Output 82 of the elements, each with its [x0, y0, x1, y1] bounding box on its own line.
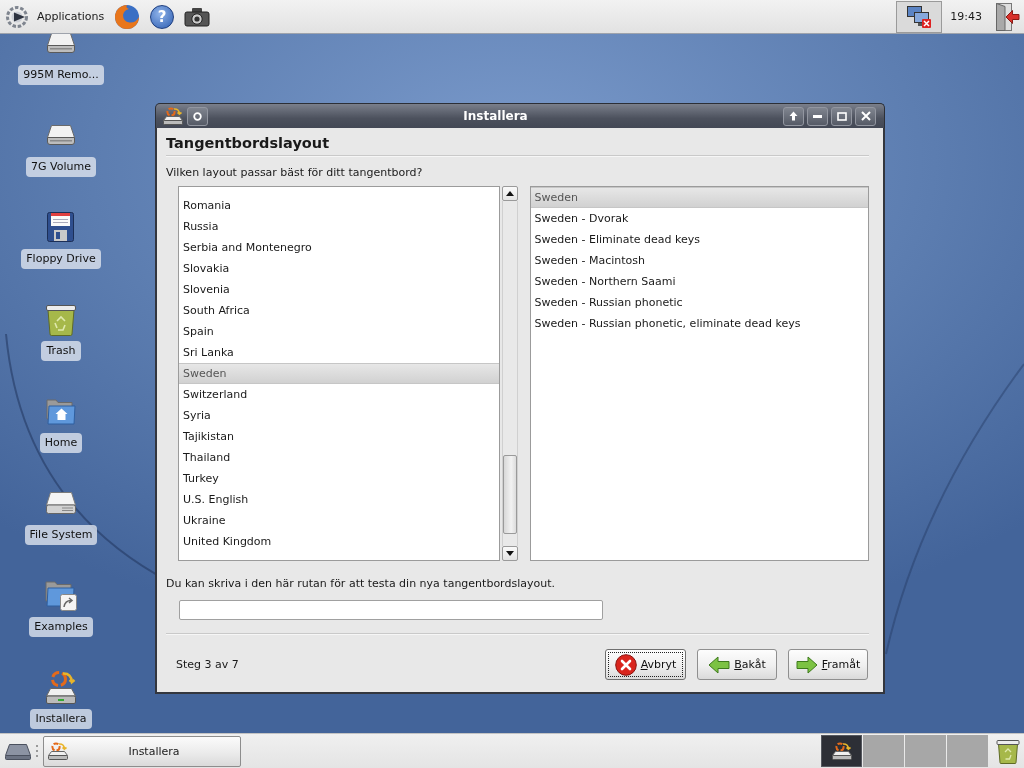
exit-door-icon[interactable]	[994, 1, 1020, 32]
desktop-icon-label[interactable]: Floppy Drive	[21, 249, 101, 269]
country-list-item[interactable]: Tajikistan	[179, 426, 499, 447]
desktop-icon-label[interactable]: Home	[39, 433, 83, 453]
variant-list-item[interactable]: Sweden - Eliminate dead keys	[530, 229, 868, 250]
window-title: Installera	[462, 109, 529, 123]
country-list-item[interactable]: Spain	[179, 321, 499, 342]
window-menu-button[interactable]	[187, 106, 208, 126]
drive-with-logo-icon	[831, 742, 852, 760]
applications-menu-button[interactable]: Applications	[4, 1, 109, 32]
step-indicator: Steg 3 av 7	[175, 658, 239, 671]
desktop-icon-label[interactable]: Trash	[41, 341, 81, 361]
hard-disk-icon[interactable]	[46, 492, 76, 514]
camera-icon[interactable]	[184, 6, 211, 27]
country-list-item[interactable]: U.S. English	[179, 489, 499, 510]
country-list-item[interactable]: Switzerland	[179, 384, 499, 405]
variant-list-item[interactable]: Sweden	[530, 187, 868, 208]
globe-icon[interactable]	[114, 3, 141, 30]
close-icon	[860, 111, 871, 121]
maximize-button[interactable]	[831, 106, 852, 126]
folder-shortcut-icon[interactable]	[45, 579, 77, 611]
page-heading: Tangentbordslayout	[166, 134, 331, 152]
country-list-item[interactable]: Serbia and Montenegro	[179, 237, 499, 258]
desktop-icon-label[interactable]: 7G Volume	[26, 157, 96, 177]
desktop-icon-label[interactable]: File System	[24, 525, 98, 545]
scrollbar-thumb[interactable]	[502, 455, 517, 534]
up-arrow-icon	[789, 111, 798, 121]
cancel-button[interactable]: Avbryt	[605, 649, 686, 680]
clock[interactable]: 19:43	[950, 10, 988, 23]
scroll-up-button[interactable]	[501, 186, 518, 201]
test-prompt-text: Du kan skriva i den här rutan för att testa din nya tangentbordslayout.	[166, 577, 556, 591]
country-list-item[interactable]: Slovakia	[179, 258, 499, 279]
right-arrow-icon	[795, 655, 818, 674]
variant-list-item[interactable]: Sweden - Dvorak	[530, 208, 868, 229]
drag-handle-icon[interactable]	[36, 745, 39, 757]
drive-with-logo-icon[interactable]	[163, 107, 183, 125]
variant-list-item[interactable]: Sweden - Macintosh	[530, 250, 868, 271]
network-monitors-icon	[906, 5, 933, 29]
country-list-item[interactable]: Ukraine	[179, 510, 499, 531]
country-list-item[interactable]: South Africa	[179, 300, 499, 321]
down-triangle-icon	[505, 551, 514, 556]
country-list-item[interactable]: Russia	[179, 216, 499, 237]
country-list-item[interactable]: Romania	[179, 195, 499, 216]
desktop-icon-label[interactable]: Examples	[29, 617, 93, 637]
home-folder-icon[interactable]	[46, 397, 76, 425]
up-triangle-icon	[505, 191, 514, 196]
desktop-icon-label[interactable]: Installera	[30, 709, 92, 729]
menu-icon	[5, 4, 31, 29]
desktop-icon-label[interactable]: 995M Remo...	[18, 65, 104, 85]
trash-icon[interactable]	[45, 302, 77, 336]
back-button[interactable]: Bakåt	[697, 649, 777, 680]
close-button[interactable]	[855, 106, 876, 126]
country-list-item[interactable]: Sweden	[179, 363, 499, 384]
country-list-item[interactable]: United Kingdom	[179, 531, 499, 552]
drive-with-logo-icon	[48, 742, 68, 760]
scroll-down-button[interactable]	[501, 546, 518, 561]
country-list-item[interactable]: Thailand	[179, 447, 499, 468]
cancel-icon	[614, 653, 637, 676]
workspace-button[interactable]	[821, 735, 862, 767]
trash-icon[interactable]	[996, 738, 1020, 764]
country-list-item[interactable]: Syria	[179, 405, 499, 426]
network-status-button[interactable]	[896, 1, 943, 33]
minimize-icon	[813, 114, 822, 118]
variant-list-item[interactable]: Sweden - Russian phonetic, eliminate dead keys	[530, 313, 868, 334]
test-input-field[interactable]	[179, 600, 603, 620]
minimize-button[interactable]	[807, 106, 828, 126]
forward-button[interactable]: Framåt	[788, 649, 868, 680]
variant-list-item[interactable]: Sweden - Northern Saami	[530, 271, 868, 292]
left-arrow-icon	[708, 655, 731, 674]
country-list-item[interactable]: Sri Lanka	[179, 342, 499, 363]
drive-icon[interactable]	[47, 34, 75, 53]
country-list-item[interactable]: Turkey	[179, 468, 499, 489]
tray-icon[interactable]	[5, 742, 31, 760]
maximize-icon	[836, 111, 847, 121]
question-text: Vilken layout passar bäst för ditt tangentbord?	[166, 166, 424, 180]
country-list-item[interactable]: Slovenia	[179, 279, 499, 300]
variant-list-item[interactable]: Sweden - Russian phonetic	[530, 292, 868, 313]
drive-icon[interactable]	[47, 125, 75, 145]
shade-button[interactable]	[783, 106, 804, 126]
circle-icon	[193, 111, 202, 121]
task-button[interactable]: Installera	[43, 735, 241, 767]
drive-with-logo-icon[interactable]	[45, 670, 77, 704]
